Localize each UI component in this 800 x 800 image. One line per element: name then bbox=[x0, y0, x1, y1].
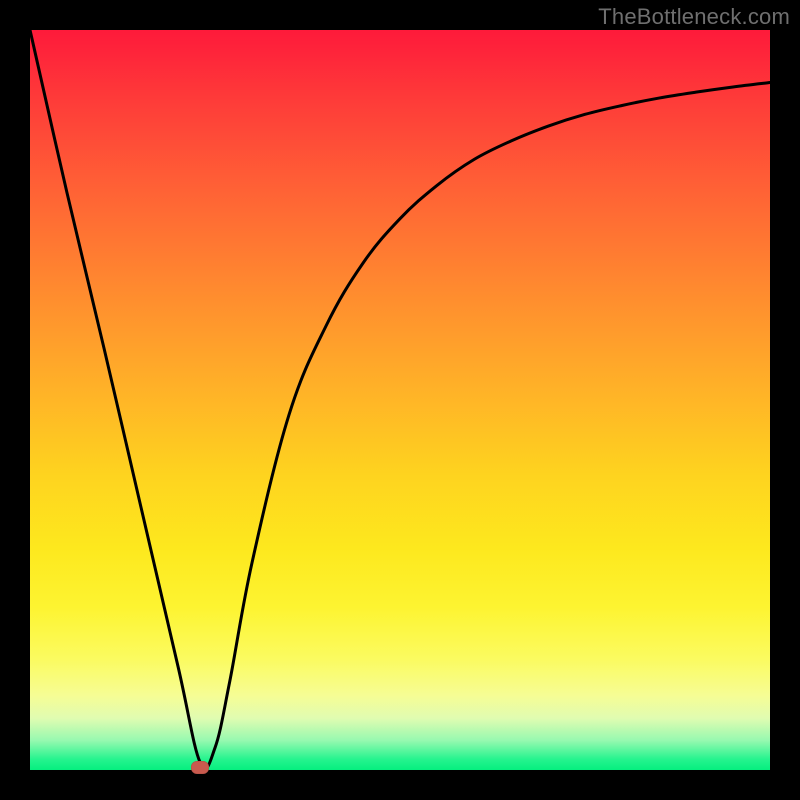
curve-svg bbox=[30, 30, 770, 770]
bottleneck-curve bbox=[30, 30, 770, 769]
watermark-text: TheBottleneck.com bbox=[598, 4, 790, 30]
optimum-point-marker bbox=[191, 761, 209, 774]
chart-stage: TheBottleneck.com bbox=[0, 0, 800, 800]
